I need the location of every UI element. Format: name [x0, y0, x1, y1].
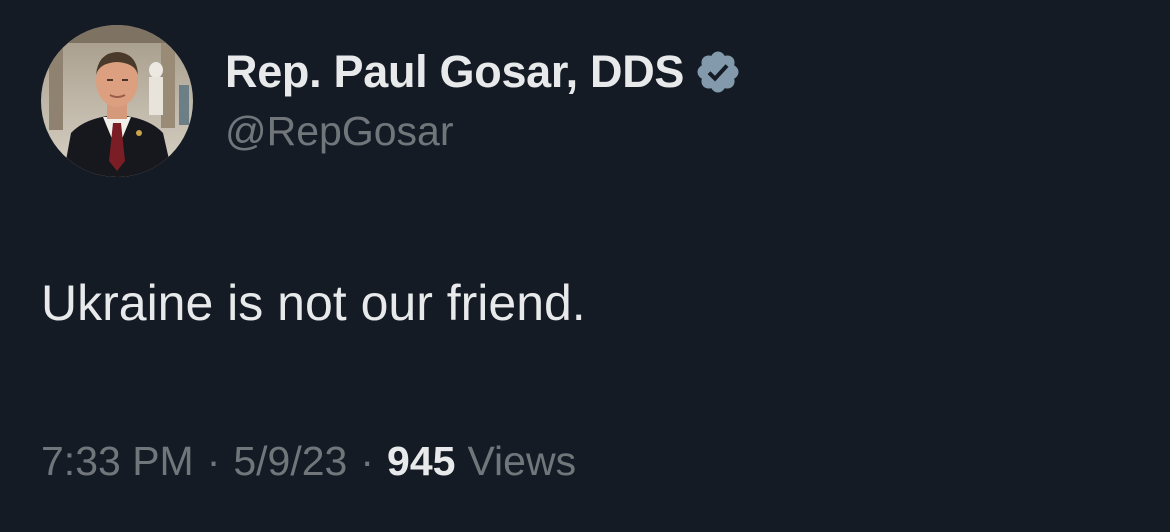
tweet-time[interactable]: 7:33 PM	[41, 438, 194, 485]
tweet-meta: 7:33 PM · 5/9/23 · 945 Views	[41, 438, 576, 485]
avatar-photo	[41, 25, 193, 177]
meta-separator: ·	[206, 438, 221, 484]
views-count: 945	[387, 438, 456, 484]
verified-badge-icon[interactable]	[694, 48, 742, 96]
tweet-card: Rep. Paul Gosar, DDS @RepGosar Ukraine i…	[0, 0, 1170, 532]
views-label: Views	[467, 438, 577, 484]
meta-separator: ·	[360, 438, 375, 484]
tweet-date[interactable]: 5/9/23	[233, 438, 347, 485]
tweet-text: Ukraine is not our friend.	[41, 275, 586, 331]
avatar[interactable]	[41, 25, 193, 177]
author-display-name[interactable]: Rep. Paul Gosar, DDS	[225, 46, 684, 98]
author-handle[interactable]: @RepGosar	[225, 108, 453, 155]
author-name-row: Rep. Paul Gosar, DDS	[225, 43, 742, 101]
